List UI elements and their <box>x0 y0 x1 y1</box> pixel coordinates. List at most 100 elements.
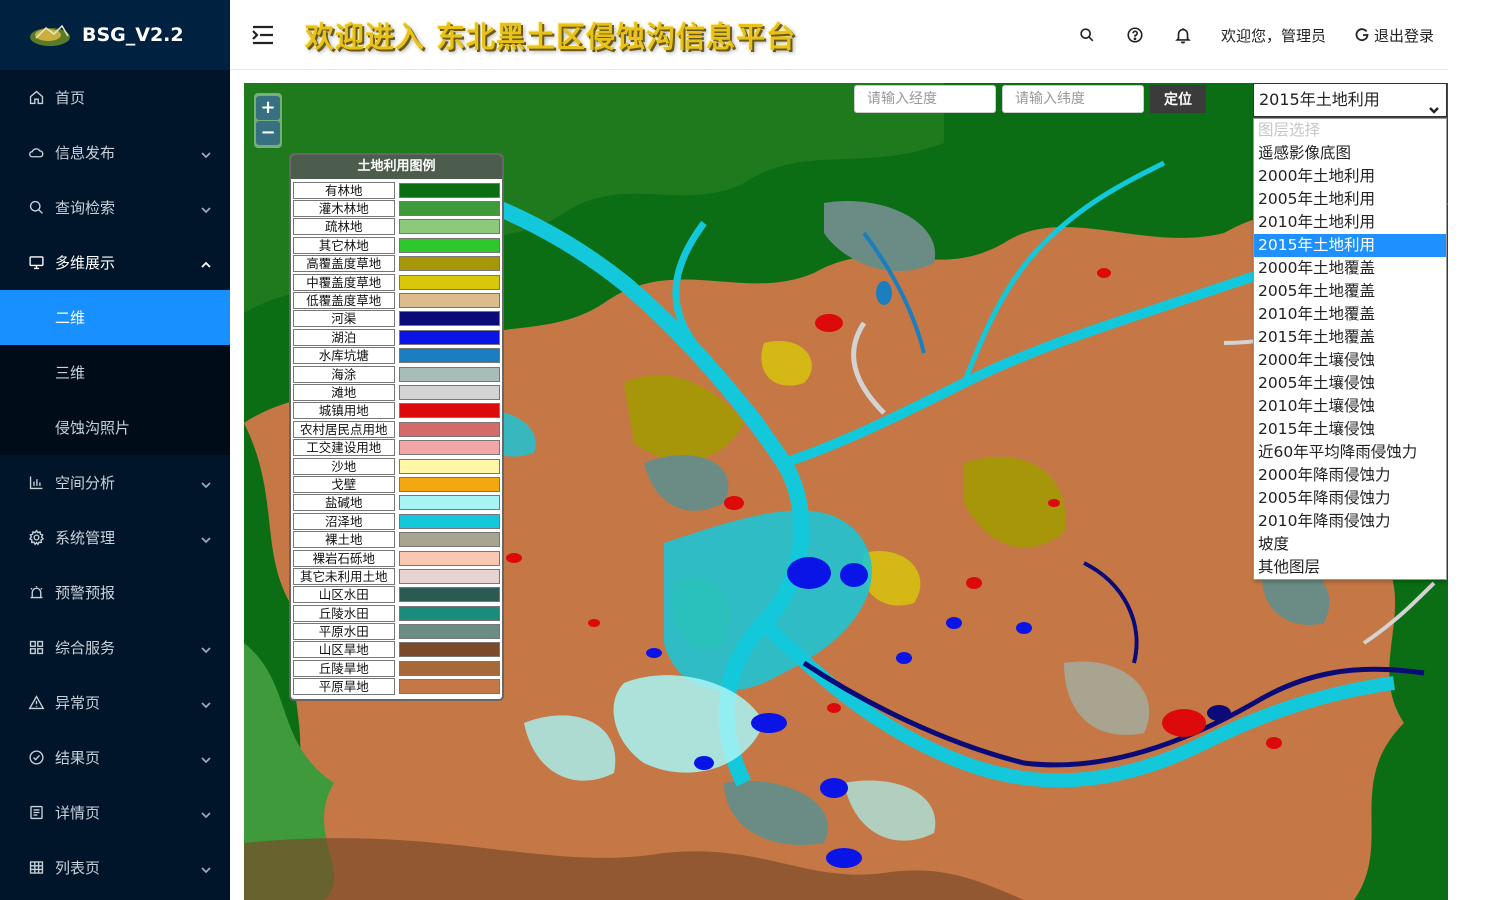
sidebar-item-system-admin[interactable]: 系统管理 <box>0 510 230 565</box>
help-icon[interactable] <box>1125 25 1145 45</box>
sidebar-item-list-page[interactable]: 列表页 <box>0 840 230 895</box>
menu-fold-icon[interactable] <box>251 24 275 46</box>
chevron-down-icon <box>200 202 212 214</box>
layer-option[interactable]: 2000年土地覆盖 <box>1254 257 1446 280</box>
legend-row: 其它未利用土地 <box>293 567 500 585</box>
longitude-input[interactable]: 请输入经度 <box>854 85 996 113</box>
logo-text: BSG_V2.2 <box>82 24 184 46</box>
legend-row: 山区旱地 <box>293 641 500 659</box>
welcome-text[interactable]: 欢迎您，管理员 <box>1221 25 1326 46</box>
legend-row: 裸岩石砾地 <box>293 549 500 567</box>
header: 欢迎进入 东北黑土区侵蚀沟信息平台 欢迎您，管理员 退出登录 <box>230 0 1448 70</box>
layer-option[interactable]: 2005年土地覆盖 <box>1254 280 1446 303</box>
chevron-down-icon <box>200 862 212 874</box>
layer-option[interactable]: 近60年平均降雨侵蚀力 <box>1254 441 1446 464</box>
legend-swatch <box>398 256 500 272</box>
legend-label: 有林地 <box>293 181 395 199</box>
sidebar-item-spatial-analysis[interactable]: 空间分析 <box>0 455 230 510</box>
sidebar-item-detail-page[interactable]: 详情页 <box>0 785 230 840</box>
legend-label: 其它林地 <box>293 236 395 254</box>
chevron-down-icon <box>200 532 212 544</box>
sidebar-item-home[interactable]: 首页 <box>0 70 230 125</box>
legend-row: 水库坑塘 <box>293 347 500 365</box>
sidebar-item-early-warning[interactable]: 预警预报 <box>0 565 230 620</box>
legend-swatch <box>398 532 500 548</box>
layer-option[interactable]: 2005年土壤侵蚀 <box>1254 372 1446 395</box>
sidebar-item-multi-display[interactable]: 多维展示 <box>0 235 230 290</box>
sidebar-item-label: 综合服务 <box>55 639 116 657</box>
page-title: 欢迎进入 东北黑土区侵蚀沟信息平台 <box>305 19 797 54</box>
zoom-out-button[interactable]: − <box>256 121 280 145</box>
chevron-down-icon <box>200 752 212 764</box>
locate-button[interactable]: 定位 <box>1150 85 1206 113</box>
legend-row: 海涂 <box>293 365 500 383</box>
layer-option[interactable]: 2000年土地利用 <box>1254 165 1446 188</box>
legend-label: 裸岩石砾地 <box>293 549 395 567</box>
logout-label: 退出登录 <box>1373 26 1434 45</box>
legend-swatch <box>398 587 500 603</box>
legend-swatch <box>398 624 500 640</box>
layer-option[interactable]: 2000年土壤侵蚀 <box>1254 349 1446 372</box>
chevron-down-icon <box>200 147 212 159</box>
zoom-in-button[interactable]: + <box>256 96 280 120</box>
legend-swatch <box>398 660 500 676</box>
latitude-input[interactable]: 请输入纬度 <box>1002 85 1144 113</box>
layer-option[interactable]: 2015年土地覆盖 <box>1254 326 1446 349</box>
chevron-down-icon <box>200 807 212 819</box>
layer-option[interactable]: 2010年土地利用 <box>1254 211 1446 234</box>
layer-option[interactable]: 2005年降雨侵蚀力 <box>1254 487 1446 510</box>
table-icon <box>26 858 46 878</box>
legend-swatch <box>398 329 500 345</box>
legend-row: 山区水田 <box>293 586 500 604</box>
layer-option[interactable]: 2000年降雨侵蚀力 <box>1254 464 1446 487</box>
sidebar-item-exception-page[interactable]: 异常页 <box>0 675 230 730</box>
legend-row: 其它林地 <box>293 236 500 254</box>
legend-swatch <box>398 366 500 382</box>
monitor-icon <box>26 253 46 273</box>
legend-row: 沼泽地 <box>293 512 500 530</box>
legend-swatch <box>398 293 500 309</box>
logout-button[interactable]: 退出登录 <box>1354 25 1434 46</box>
gear-icon <box>26 528 46 548</box>
search-icon[interactable] <box>1077 25 1097 45</box>
legend-label: 水库坑塘 <box>293 347 395 365</box>
layer-option[interactable]: 2010年土壤侵蚀 <box>1254 395 1446 418</box>
layer-dropdown-list: 图层选择 遥感影像底图 2000年土地利用 2005年土地利用 2010年土地利用 201… <box>1253 118 1447 580</box>
legend-label: 滩地 <box>293 383 395 401</box>
sidebar-item-info-publish[interactable]: 信息发布 <box>0 125 230 180</box>
layer-option[interactable]: 2015年土壤侵蚀 <box>1254 418 1446 441</box>
bell-icon[interactable] <box>1173 25 1193 45</box>
sidebar-item-result-page[interactable]: 结果页 <box>0 730 230 785</box>
sidebar-item-label: 列表页 <box>55 859 101 877</box>
legend-label: 丘陵旱地 <box>293 659 395 677</box>
sidebar-subitem-gully-photos[interactable]: 侵蚀沟照片 <box>0 400 230 455</box>
sidebar-subitem-3d[interactable]: 三维 <box>0 345 230 400</box>
layer-option: 图层选择 <box>1258 121 1321 139</box>
legend-row: 疏林地 <box>293 218 500 236</box>
sidebar-subitem-2d[interactable]: 二维 <box>0 290 230 345</box>
chevron-down-icon <box>200 642 212 654</box>
layer-option[interactable]: 2005年土地利用 <box>1254 188 1446 211</box>
legend-label: 裸土地 <box>293 531 395 549</box>
legend-label: 沼泽地 <box>293 512 395 530</box>
chevron-down-icon <box>200 477 212 489</box>
sidebar-item-label: 信息发布 <box>55 144 116 162</box>
layer-option[interactable]: 其他图层 <box>1254 556 1446 579</box>
cloud-icon <box>26 143 46 163</box>
layer-option[interactable]: 2015年土地利用 <box>1254 234 1446 257</box>
layer-option[interactable]: 遥感影像底图 <box>1254 142 1446 165</box>
sidebar-item-label: 空间分析 <box>55 474 116 492</box>
legend-row: 工交建设用地 <box>293 438 500 457</box>
sidebar-item-query[interactable]: 查询检索 <box>0 180 230 235</box>
map-view[interactable]: + − 请输入经度 请输入纬度 定位 2015年土地利用 图层选择 遥感影像底图 2… <box>244 83 1448 900</box>
legend-label: 中覆盖度草地 <box>293 273 395 291</box>
logo-icon <box>30 24 70 46</box>
legend-row: 有林地 <box>293 181 500 199</box>
layer-option[interactable]: 2010年降雨侵蚀力 <box>1254 510 1446 533</box>
logo[interactable]: BSG_V2.2 <box>0 0 230 70</box>
layer-option[interactable]: 坡度 <box>1254 533 1446 556</box>
legend-row: 滩地 <box>293 383 500 401</box>
layer-option[interactable]: 2010年土地覆盖 <box>1254 303 1446 326</box>
layer-select[interactable]: 2015年土地利用 <box>1253 83 1447 117</box>
sidebar-item-integrated-service[interactable]: 综合服务 <box>0 620 230 675</box>
